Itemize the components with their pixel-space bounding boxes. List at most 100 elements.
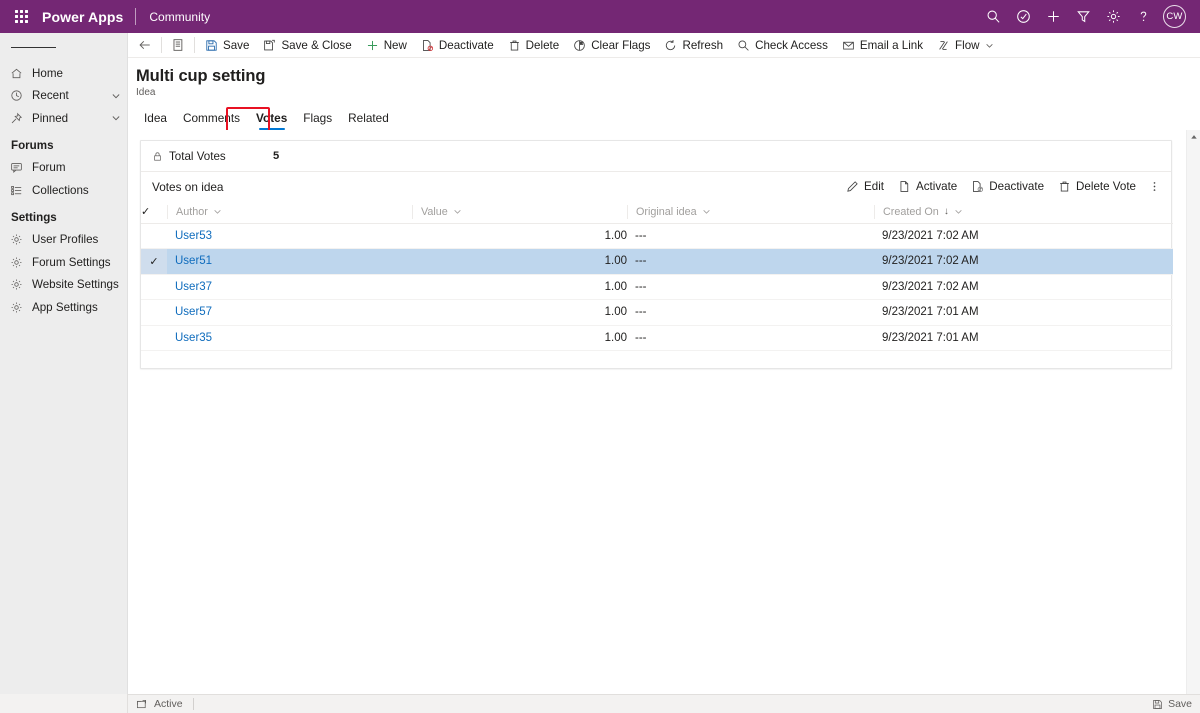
sidebar-item-forum[interactable]: Forum (0, 157, 127, 180)
chevron-down-icon[interactable] (453, 207, 462, 216)
sidebar-item-recent[interactable]: Recent (0, 85, 127, 108)
app-name-label[interactable]: Community (136, 10, 210, 24)
check-access-button[interactable]: Check Access (730, 33, 835, 58)
sidebar-item-label: Website Settings (32, 278, 119, 292)
column-header-created-on[interactable]: Created On ↓ (874, 201, 1173, 224)
help-icon[interactable] (1128, 0, 1158, 33)
row-checkbox[interactable]: ✓ (141, 248, 167, 275)
save-icon (205, 39, 218, 52)
record-state-label: Active (154, 698, 183, 710)
form-body: Total Votes 5 Votes on idea Edit Activat… (128, 130, 1200, 694)
table-row[interactable]: ✓ User35 1.00 --- 9/23/2021 7:01 AM (141, 325, 1173, 351)
record-entity-label: Idea (136, 87, 156, 98)
sidebar-item-forum-settings[interactable]: Forum Settings (0, 251, 127, 274)
sidebar-item-website-settings[interactable]: Website Settings (0, 274, 127, 297)
avatar[interactable]: CW (1163, 5, 1186, 28)
deactivate-button[interactable]: Deactivate (414, 33, 501, 58)
search-icon[interactable] (978, 0, 1008, 33)
forum-icon (10, 161, 32, 174)
row-checkbox[interactable]: ✓ (141, 223, 167, 249)
chevron-down-icon[interactable] (105, 113, 127, 123)
status-bar-save-button[interactable]: Save (1152, 698, 1192, 710)
edit-button[interactable]: Edit (839, 174, 891, 199)
row-checkbox[interactable]: ✓ (141, 325, 167, 351)
tab-idea[interactable]: Idea (136, 111, 175, 130)
sidebar-item-home[interactable]: Home (0, 62, 127, 85)
more-commands-icon[interactable] (1143, 174, 1165, 199)
gear-icon[interactable] (1098, 0, 1128, 33)
total-votes-value: 5 (273, 150, 280, 162)
chevron-down-icon[interactable] (213, 207, 222, 216)
email-a-link-button[interactable]: Email a Link (835, 33, 930, 58)
author-link[interactable]: User37 (175, 281, 212, 293)
new-button[interactable]: New (359, 33, 414, 58)
app-launcher-icon[interactable] (0, 0, 42, 33)
assistant-icon[interactable] (1008, 0, 1038, 33)
row-checkbox[interactable]: ✓ (141, 274, 167, 300)
table-row[interactable]: ✓ User57 1.00 --- 9/23/2021 7:01 AM (141, 299, 1173, 326)
cell-author[interactable]: User51 (167, 248, 412, 275)
save-button[interactable]: Save (198, 33, 256, 58)
author-link[interactable]: User51 (175, 255, 212, 267)
refresh-button[interactable]: Refresh (657, 33, 730, 58)
record-state-icon (128, 699, 154, 710)
delete-button[interactable]: Delete (501, 33, 567, 58)
command-label: Save & Close (281, 38, 352, 52)
back-button[interactable] (132, 33, 158, 58)
command-label: Delete Vote (1076, 180, 1136, 193)
cell-author[interactable]: User53 (167, 223, 412, 249)
save-and-close-button[interactable]: Save & Close (256, 33, 358, 58)
form-selector-button[interactable] (165, 33, 191, 58)
sidebar-group-settings: Settings (11, 210, 57, 224)
column-header-original-idea[interactable]: Original idea (627, 201, 874, 224)
activate-button[interactable]: Activate (891, 174, 964, 199)
plus-icon[interactable] (1038, 0, 1068, 33)
status-bar-save-label: Save (1168, 698, 1192, 710)
flow-icon (937, 39, 950, 52)
author-link[interactable]: User53 (175, 230, 212, 242)
brand-title[interactable]: Power Apps (42, 9, 135, 25)
sidebar-item-pinned[interactable]: Pinned (0, 107, 127, 130)
hamburger-menu-icon[interactable] (0, 33, 127, 62)
column-label: Created On (883, 205, 939, 218)
row-checkbox[interactable]: ✓ (141, 299, 167, 326)
clear-flags-button[interactable]: Clear Flags (566, 33, 657, 58)
sidebar-group-forums: Forums (11, 138, 54, 152)
scroll-up-icon[interactable] (1190, 130, 1198, 144)
cell-author[interactable]: User35 (167, 325, 412, 351)
deactivate-button[interactable]: Deactivate (964, 174, 1051, 199)
cell-created-on: 9/23/2021 7:02 AM (874, 274, 1173, 300)
table-row[interactable]: ✓ User53 1.00 --- 9/23/2021 7:02 AM (141, 223, 1173, 249)
sidebar-item-collections[interactable]: Collections (0, 179, 127, 202)
table-row[interactable]: ✓ User37 1.00 --- 9/23/2021 7:02 AM (141, 274, 1173, 300)
chevron-down-icon[interactable] (985, 41, 994, 50)
author-link[interactable]: User57 (175, 306, 212, 318)
filter-icon[interactable] (1068, 0, 1098, 33)
cell-original-idea: --- (627, 223, 874, 249)
sidebar-item-app-settings[interactable]: App Settings (0, 296, 127, 319)
tab-votes[interactable]: Votes (248, 111, 295, 130)
cell-created-on: 9/23/2021 7:02 AM (874, 223, 1173, 249)
flow-button[interactable]: Flow (930, 33, 1000, 58)
cell-author[interactable]: User57 (167, 299, 412, 326)
chevron-down-icon[interactable] (105, 91, 127, 101)
select-all-checkbox[interactable]: ✓ (141, 201, 167, 224)
tab-comments[interactable]: Comments (175, 111, 248, 130)
tab-flags[interactable]: Flags (295, 111, 340, 130)
column-header-author[interactable]: Author (167, 201, 412, 224)
vertical-scrollbar[interactable] (1186, 130, 1200, 694)
cell-created-on: 9/23/2021 7:01 AM (874, 325, 1173, 351)
command-bar-divider (194, 37, 195, 53)
tab-related[interactable]: Related (340, 111, 397, 130)
sidebar-item-label: Pinned (32, 111, 69, 125)
delete-vote-button[interactable]: Delete Vote (1051, 174, 1143, 199)
cell-author[interactable]: User37 (167, 274, 412, 300)
chevron-down-icon[interactable] (954, 207, 963, 216)
column-header-value[interactable]: Value (412, 201, 627, 224)
sidebar-item-user-profiles[interactable]: User Profiles (0, 229, 127, 252)
author-link[interactable]: User35 (175, 332, 212, 344)
table-row[interactable]: ✓ User51 1.00 --- 9/23/2021 7:02 AM (141, 248, 1173, 275)
gear-icon (10, 301, 32, 314)
page-title: Multi cup setting (136, 67, 266, 85)
chevron-down-icon[interactable] (702, 207, 711, 216)
